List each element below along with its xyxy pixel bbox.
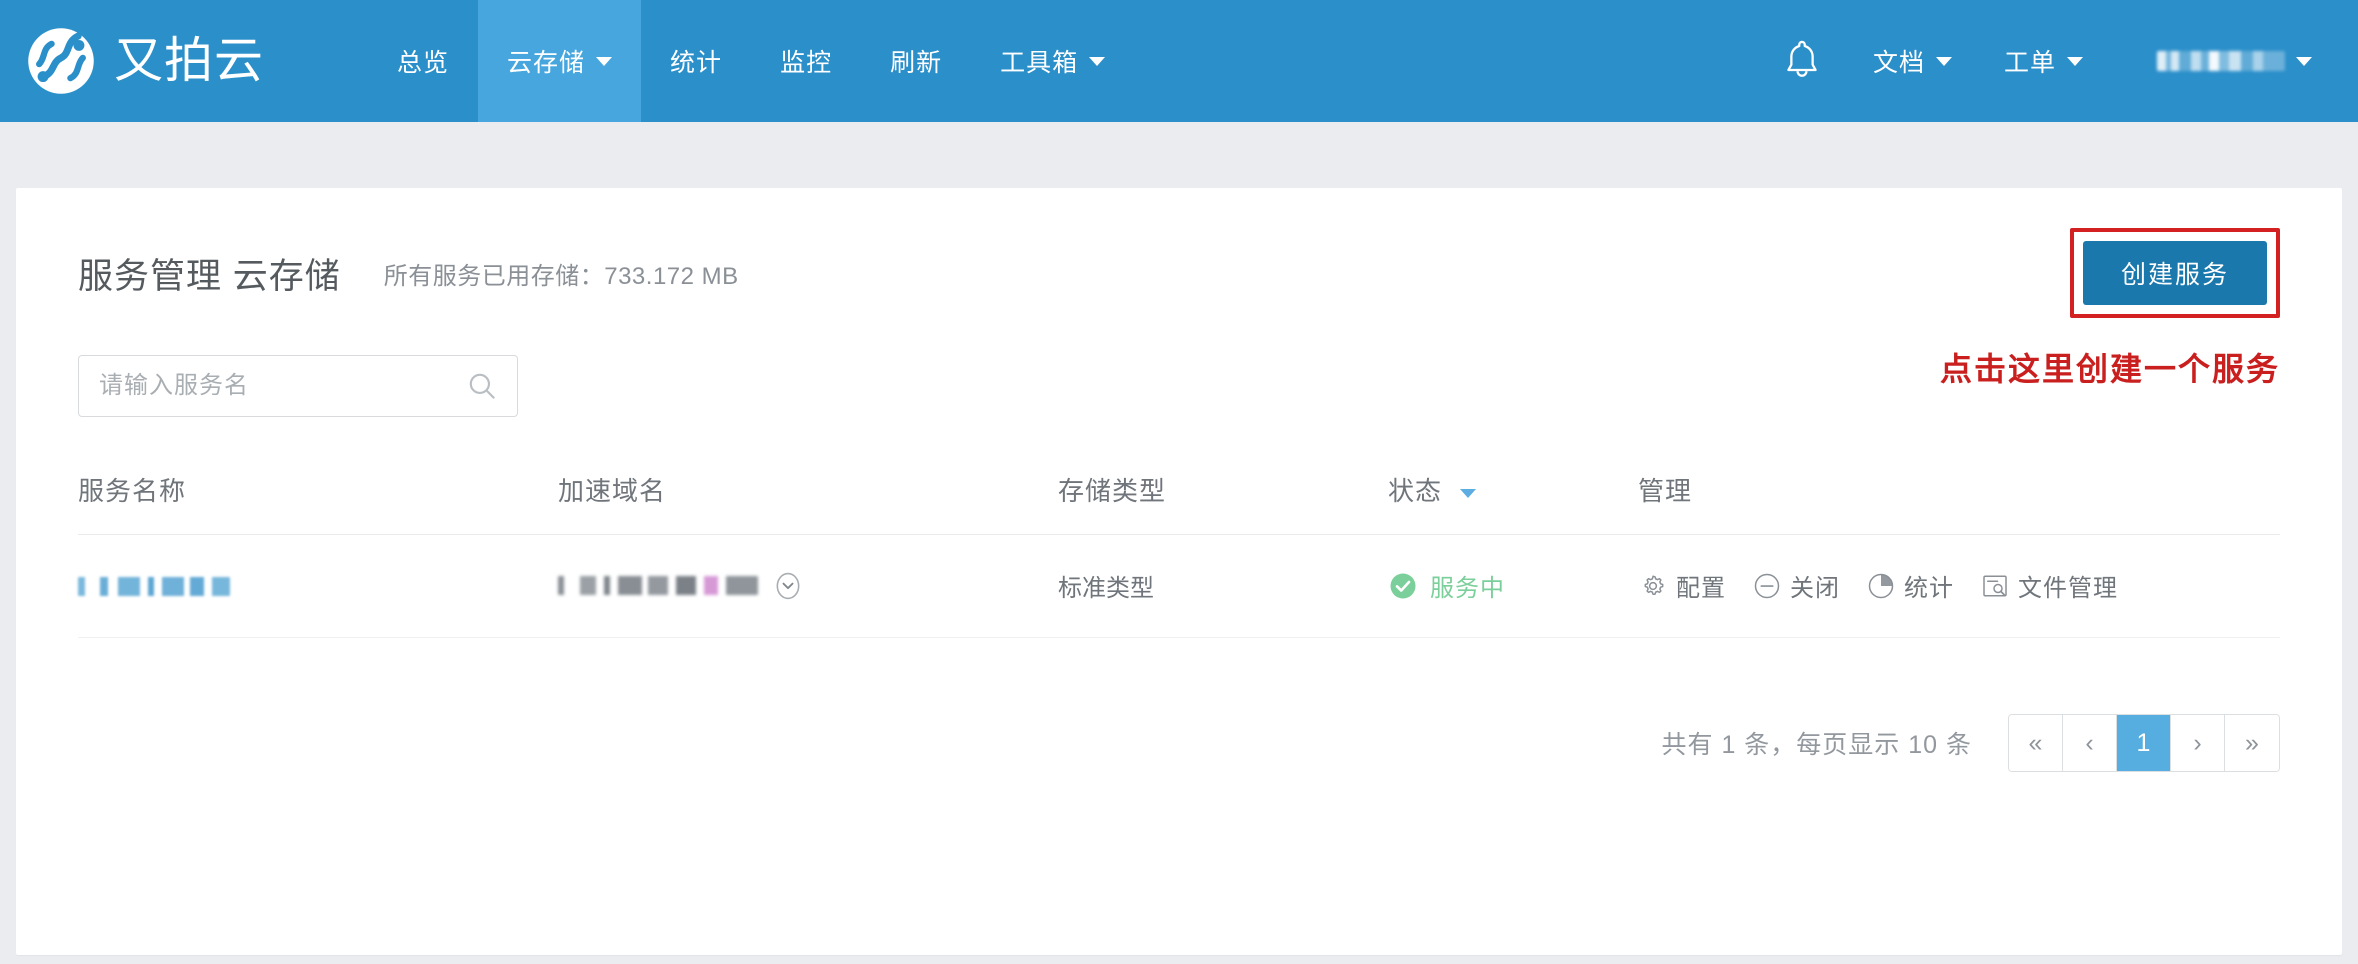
cell-status: 服务中 — [1388, 534, 1638, 638]
red-highlight-frame: 创建服务 — [2069, 228, 2280, 318]
nav-item-monitoring[interactable]: 监控 — [751, 0, 861, 122]
nav-item-refresh[interactable]: 刷新 — [861, 0, 971, 122]
column-header-domain: 加速域名 — [558, 471, 1058, 535]
user-name-redacted — [2157, 51, 2285, 71]
action-label: 统计 — [1904, 575, 1954, 602]
pagination-page-1-button[interactable]: 1 — [2117, 715, 2171, 771]
action-label: 文件管理 — [2018, 575, 2118, 602]
action-label: 关闭 — [1790, 575, 1840, 602]
nav-right-group: 文档 工单 — [1757, 0, 2358, 122]
gear-icon — [1644, 575, 1664, 595]
column-label: 加速域名 — [558, 476, 667, 506]
table-header: 服务名称 加速域名 存储类型 状态 管理 — [78, 471, 2280, 535]
main-nav: 总览 云存储 统计 监控 刷新 工具箱 — [368, 0, 1134, 122]
upyun-logo-icon — [22, 22, 100, 100]
cell-domain — [558, 534, 1058, 638]
action-file-management[interactable]: 文件管理 — [1980, 568, 2118, 603]
search-input[interactable] — [97, 371, 465, 401]
brand-home-link[interactable]: 又拍云 — [0, 0, 284, 122]
service-management-card: 服务管理 云存储 所有服务已用存储：733.172 MB 创建服务 点击这里创建… — [16, 188, 2342, 955]
pie-chart-icon — [1868, 573, 1894, 598]
action-label: 配置 — [1676, 575, 1726, 602]
column-header-storage-type: 存储类型 — [1058, 471, 1388, 535]
status-label: 服务中 — [1430, 575, 1505, 602]
pagination-summary: 共有 1 条，每页显示 10 条 — [1661, 731, 1972, 759]
table-header-row: 服务名称 加速域名 存储类型 状态 管理 — [78, 471, 2280, 535]
check-circle-icon — [1390, 573, 1416, 598]
service-name-link-redacted[interactable] — [78, 576, 230, 596]
user-account-menu[interactable] — [2157, 51, 2312, 71]
nav-item-label: 工单 — [2003, 49, 2056, 77]
top-navbar: 又拍云 总览 云存储 统计 监控 刷新 工具箱 文档 工单 — [0, 0, 2358, 122]
pagination-row: 共有 1 条，每页显示 10 条 « ‹ 1 › » — [78, 714, 2280, 772]
nav-item-label: 统计 — [670, 49, 723, 77]
pagination-controls: « ‹ 1 › » — [2008, 714, 2280, 772]
chevron-down-circle-icon[interactable] — [772, 570, 804, 602]
action-close-service[interactable]: 关闭 — [1752, 568, 1840, 603]
file-search-icon — [1983, 574, 2007, 597]
bell-icon — [1787, 40, 1817, 77]
column-label: 状态 — [1388, 476, 1443, 506]
nav-item-tickets[interactable]: 工单 — [1978, 43, 2109, 79]
column-label: 存储类型 — [1058, 476, 1167, 506]
nav-item-docs[interactable]: 文档 — [1847, 43, 1978, 79]
search-box[interactable] — [78, 355, 518, 417]
card-header: 服务管理 云存储 所有服务已用存储：733.172 MB 创建服务 点击这里创建… — [78, 188, 2280, 387]
chevron-down-icon — [2067, 56, 2083, 66]
brand-name: 又拍云 — [114, 33, 265, 88]
chevron-down-icon — [1935, 56, 1952, 66]
total-storage-text: 所有服务已用存储：733.172 MB — [383, 263, 739, 290]
nav-item-cloud-storage[interactable]: 云存储 — [478, 0, 642, 122]
column-header-manage: 管理 — [1638, 471, 2280, 535]
table-body: 标准类型 服务中 配置 关闭 统计 文件管理 — [78, 534, 2280, 638]
chevron-down-icon — [1089, 56, 1106, 66]
nav-item-statistics[interactable]: 统计 — [641, 0, 751, 122]
action-statistics[interactable]: 统计 — [1866, 568, 1954, 603]
cell-service-name — [78, 534, 558, 638]
table-row: 标准类型 服务中 配置 关闭 统计 文件管理 — [78, 534, 2280, 638]
pagination-prev-button[interactable]: ‹ — [2063, 715, 2117, 771]
nav-item-label: 云存储 — [507, 49, 586, 77]
search-icon[interactable] — [465, 369, 499, 403]
page-body: 服务管理 云存储 所有服务已用存储：733.172 MB 创建服务 点击这里创建… — [0, 122, 2358, 964]
status-sort-caret-icon[interactable] — [1460, 488, 1477, 498]
nav-item-label: 总览 — [397, 49, 450, 77]
nav-item-label: 文档 — [1872, 49, 1925, 77]
nav-item-label: 工具箱 — [1000, 49, 1079, 77]
domain-cell — [558, 570, 1058, 602]
column-label: 服务名称 — [78, 476, 187, 506]
status-badge: 服务中 — [1388, 568, 1638, 603]
create-service-button[interactable]: 创建服务 — [2082, 241, 2267, 305]
annotation-callout-text: 点击这里创建一个服务 — [1939, 351, 2280, 387]
pagination-first-button[interactable]: « — [2009, 715, 2063, 771]
chevron-down-icon — [2296, 56, 2312, 66]
services-table: 服务名称 加速域名 存储类型 状态 管理 标准类型 服务中 配置 关闭 统计 文… — [78, 471, 2280, 638]
minus-circle-icon — [1754, 573, 1780, 598]
notifications-button[interactable] — [1757, 0, 1847, 122]
page-title: 服务管理 云存储 — [78, 257, 341, 296]
row-actions: 配置 关闭 统计 文件管理 — [1638, 568, 2280, 603]
cell-manage: 配置 关闭 统计 文件管理 — [1638, 534, 2280, 638]
cell-storage-type: 标准类型 — [1058, 534, 1388, 638]
create-service-annotation-group: 创建服务 点击这里创建一个服务 — [1940, 228, 2280, 390]
column-label: 管理 — [1638, 476, 1693, 506]
nav-item-toolbox[interactable]: 工具箱 — [971, 0, 1134, 122]
pagination-last-button[interactable]: » — [2225, 715, 2279, 771]
nav-item-overview[interactable]: 总览 — [368, 0, 478, 122]
pagination-next-button[interactable]: › — [2171, 715, 2225, 771]
column-header-status[interactable]: 状态 — [1388, 471, 1638, 535]
column-header-service-name: 服务名称 — [78, 471, 558, 535]
domain-text-redacted — [558, 576, 758, 595]
chevron-down-icon — [596, 56, 613, 66]
nav-item-label: 监控 — [780, 49, 833, 77]
nav-item-label: 刷新 — [890, 49, 943, 77]
action-configure[interactable]: 配置 — [1638, 568, 1726, 603]
